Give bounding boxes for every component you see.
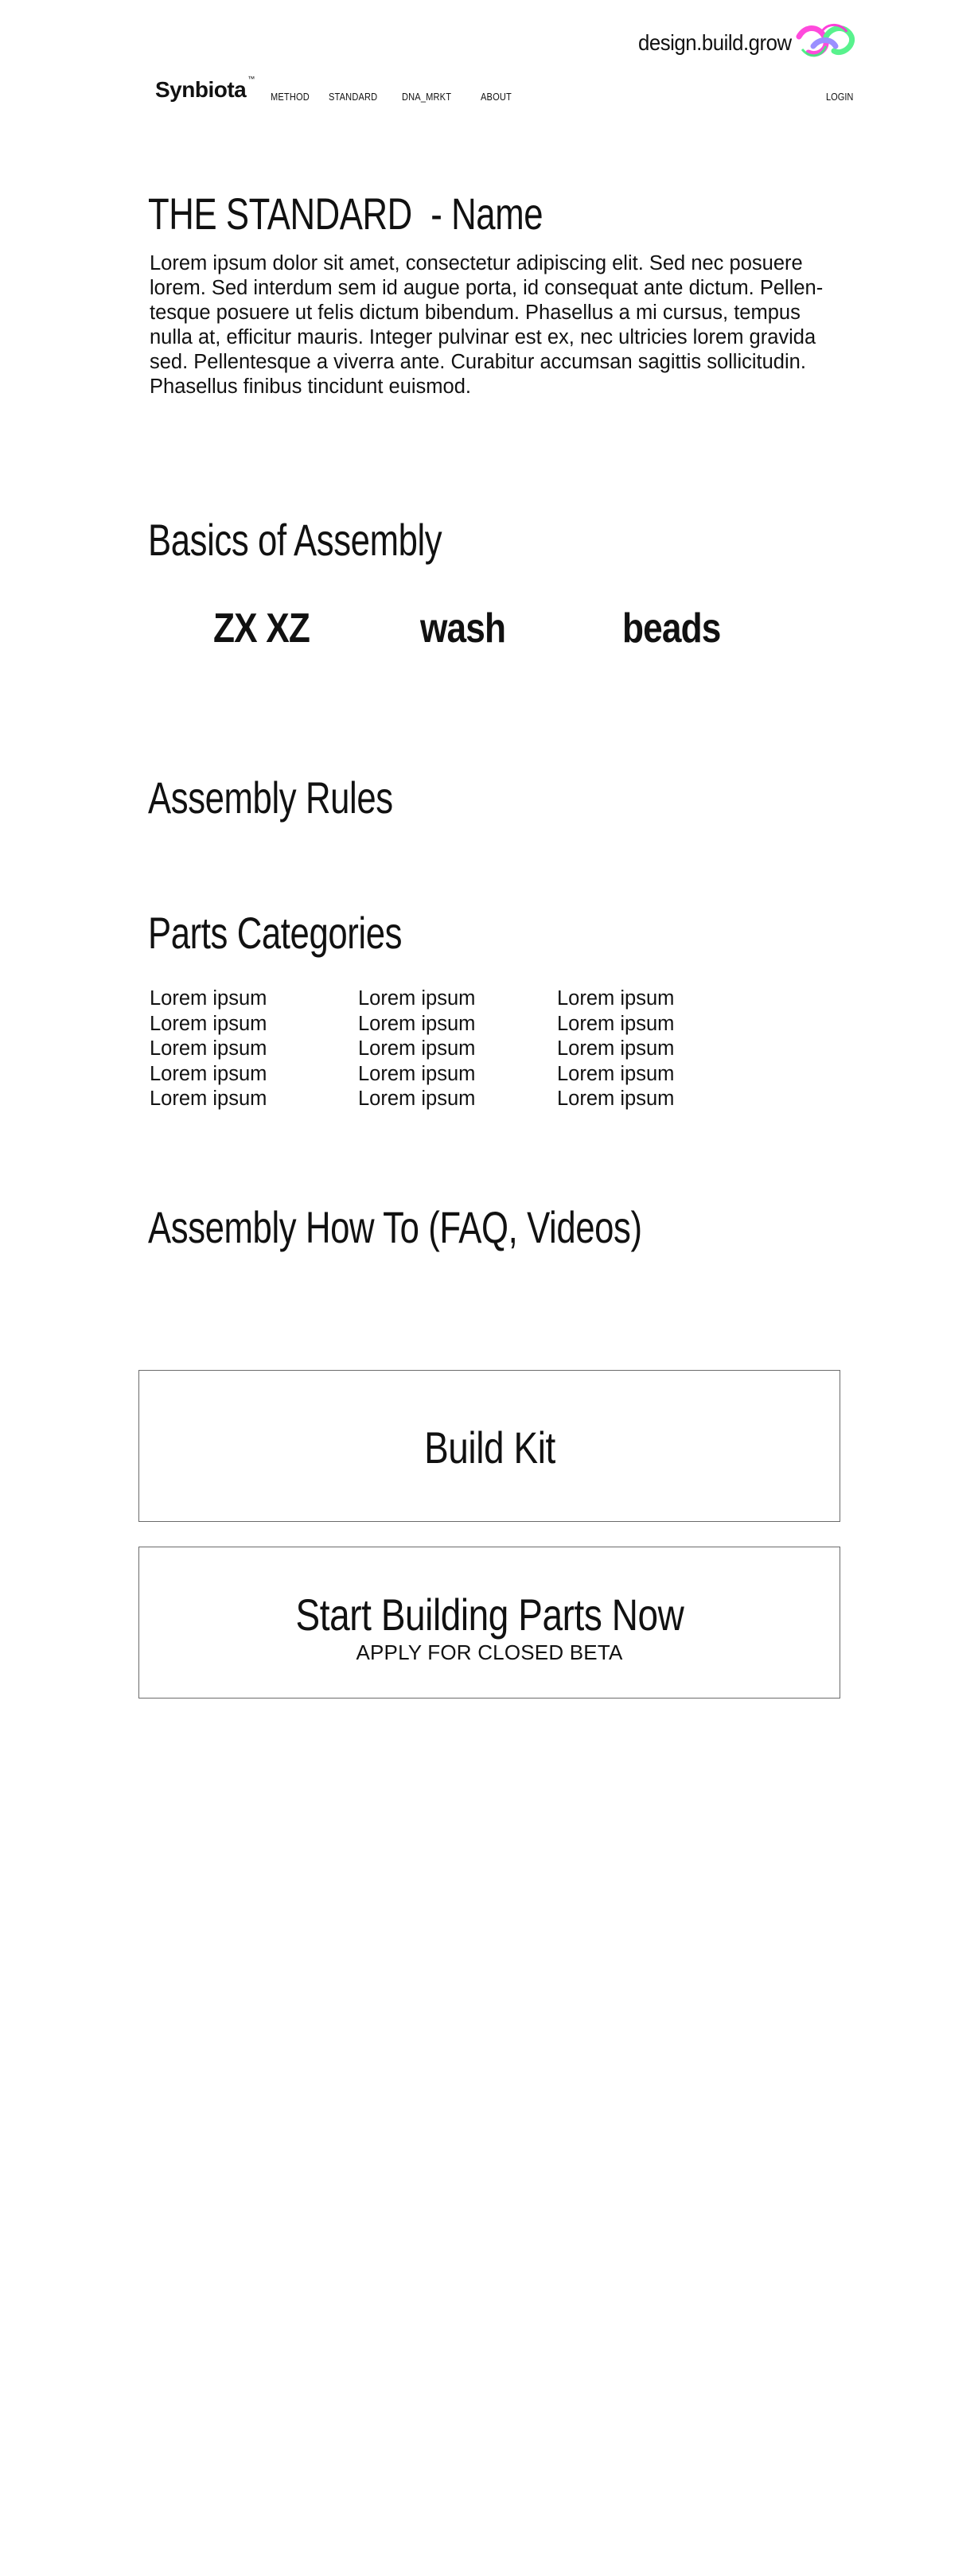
intro-line: Phasellus finibus tincidunt euismod. — [150, 376, 471, 398]
brand-name: Synbiota — [155, 77, 247, 102]
start-building-title: Start Building Parts Now — [295, 1590, 684, 1640]
page-title-main: THE STANDARD — [148, 189, 412, 239]
tagline: design.build.grow — [638, 30, 792, 55]
parts-item[interactable]: Lorem ipsum — [557, 986, 674, 1012]
basics-heading: Basics of Assembly — [148, 515, 442, 565]
page-title-suffix: - Name — [431, 189, 543, 239]
start-building-button[interactable]: Start Building Parts Now APPLY FOR CLOSE… — [138, 1547, 840, 1699]
intro-line: Lorem ipsum dolor sit amet, consectetur … — [150, 252, 803, 274]
intro-line: sed. Pellentesque a viverra ante. Curabi… — [150, 351, 806, 373]
nav-item-method[interactable]: METHOD — [271, 91, 310, 103]
login-link[interactable]: LOGIN — [826, 91, 853, 103]
parts-item[interactable]: Lorem ipsum — [358, 1087, 475, 1112]
page-title: THE STANDARD - Name — [148, 188, 543, 239]
parts-item[interactable]: Lorem ipsum — [358, 986, 475, 1012]
build-kit-label: Build Kit — [423, 1422, 555, 1473]
parts-item[interactable]: Lorem ipsum — [150, 1037, 267, 1062]
intro-line: lorem. Sed interdum sem id augue porta, … — [150, 277, 824, 299]
parts-column: Lorem ipsum Lorem ipsum Lorem ipsum Lore… — [150, 986, 267, 1112]
parts-item[interactable]: Lorem ipsum — [358, 1037, 475, 1062]
parts-column: Lorem ipsum Lorem ipsum Lorem ipsum Lore… — [358, 986, 475, 1112]
basics-item-wash[interactable]: wash — [420, 605, 506, 652]
parts-item[interactable]: Lorem ipsum — [358, 1062, 475, 1088]
parts-item[interactable]: Lorem ipsum — [358, 1012, 475, 1037]
nav-item-dna-mrkt[interactable]: DNA_MRKT — [402, 91, 451, 103]
basics-item-beads[interactable]: beads — [622, 605, 721, 652]
intro-line: tesque posuere ut felis dictum bibendum.… — [150, 302, 801, 324]
parts-item[interactable]: Lorem ipsum — [150, 1087, 267, 1112]
parts-item[interactable]: Lorem ipsum — [150, 986, 267, 1012]
brand-logo[interactable]: Synbiota ™ — [155, 74, 255, 103]
parts-item[interactable]: Lorem ipsum — [557, 1062, 674, 1088]
parts-item[interactable]: Lorem ipsum — [557, 1087, 674, 1112]
parts-item[interactable]: Lorem ipsum — [557, 1037, 674, 1062]
parts-heading: Parts Categories — [148, 908, 403, 958]
basics-item-zx-xz[interactable]: ZX XZ — [213, 605, 310, 652]
parts-item[interactable]: Lorem ipsum — [557, 1012, 674, 1037]
parts-item[interactable]: Lorem ipsum — [150, 1012, 267, 1037]
parts-item[interactable]: Lorem ipsum — [150, 1062, 267, 1088]
nav-item-about[interactable]: ABOUT — [481, 91, 512, 103]
synbiota-logo-icon — [796, 24, 855, 57]
start-building-subtitle: APPLY FOR CLOSED BETA — [356, 1640, 623, 1664]
parts-column: Lorem ipsum Lorem ipsum Lorem ipsum Lore… — [557, 986, 674, 1112]
intro-line: nulla at, efficitur mauris. Integer pulv… — [150, 326, 816, 348]
howto-heading: Assembly How To (FAQ, Videos) — [148, 1202, 642, 1252]
rules-heading: Assembly Rules — [148, 772, 393, 823]
nav-item-standard[interactable]: STANDARD — [329, 91, 377, 103]
brand-trademark: ™ — [247, 74, 255, 83]
build-kit-button[interactable]: Build Kit — [138, 1370, 840, 1522]
intro-paragraph: Lorem ipsum dolor sit amet, consectetur … — [150, 251, 850, 399]
